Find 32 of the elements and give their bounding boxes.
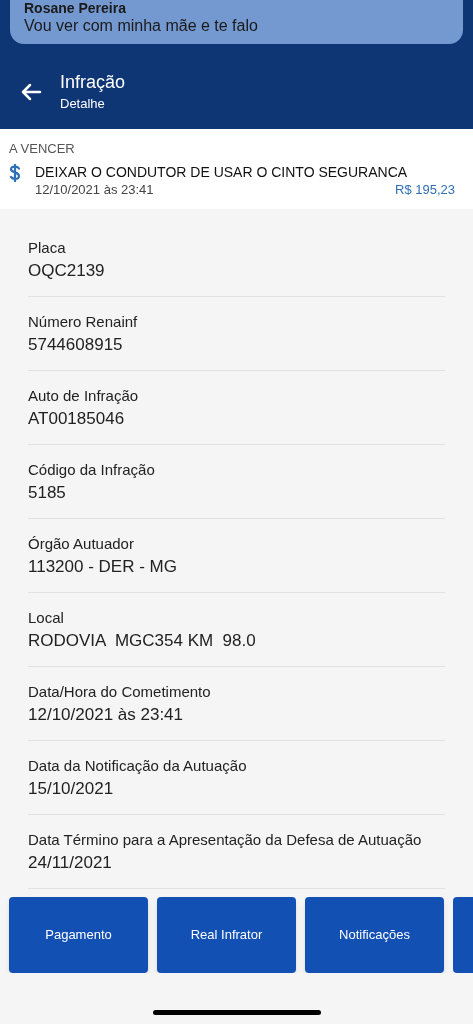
detail-value: 24/11/2021: [28, 852, 113, 874]
detail-value: 15/10/2021: [28, 778, 115, 800]
notification-sender: Rosane Pereira: [24, 0, 127, 16]
back-arrow-icon[interactable]: [20, 81, 42, 102]
detail-value: OQC2139: [28, 260, 106, 282]
detail-label: Local: [28, 608, 65, 628]
infraction-amount: R$ 195,23: [395, 181, 455, 199]
infraction-description: DEIXAR O CONDUTOR DE USAR O CINTO SEGURANCA: [35, 163, 409, 181]
detail-label: Data Término para a Apresentação da Defesa de Autuação: [28, 830, 423, 850]
detail-label: Número Renainf: [28, 312, 139, 332]
detail-value: 5185: [28, 482, 67, 504]
dollar-icon: [9, 164, 21, 182]
infraction-datetime: 12/10/2021 às 23:41: [35, 181, 154, 199]
detail-label: Código da Infração: [28, 460, 156, 480]
detail-value: 113200 - DER - MG: [28, 556, 178, 578]
detail-label: Órgão Autuador: [28, 534, 135, 554]
notification-banner[interactable]: Rosane Pereira Vou ver com minha mãe e te falo: [10, 0, 463, 44]
notification-message: Vou ver com minha mãe e te falo: [24, 16, 259, 36]
header-subtitle: Detalhe: [60, 94, 106, 113]
detail-label: Placa: [28, 238, 67, 258]
action-button[interactable]: Pagamento: [9, 897, 148, 973]
action-button[interactable]: Notificações: [305, 897, 444, 973]
detail-value: RODOVIA MGC354 KM 98.0: [28, 630, 257, 652]
detail-label: Auto de Infração: [28, 386, 140, 406]
detail-value: AT00185046: [28, 408, 126, 430]
detail-label: Data da Notificação da Autuação: [28, 756, 248, 776]
status-label: A VENCER: [9, 141, 76, 157]
header-title: Infração: [60, 70, 126, 93]
detail-value: 12/10/2021 às 23:41: [28, 704, 185, 726]
detail-value: 5744608915: [28, 334, 124, 356]
detail-label: Data/Hora do Cometimento: [28, 682, 212, 702]
action-button[interactable]: Real Infrator: [157, 897, 296, 973]
